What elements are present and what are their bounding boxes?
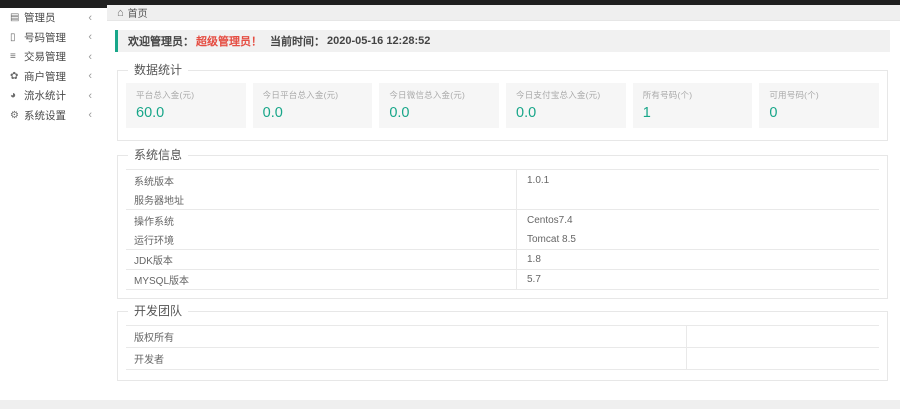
stat-label: 今日平台总入金(元) [263, 89, 373, 101]
stat-cards: 平台总入金(元) 60.0 今日平台总入金(元) 0.0 今日微信总入金(元) … [126, 83, 879, 128]
sidebar-item-merchant-management[interactable]: ✿ 商户管理 ‹ [0, 67, 107, 87]
stat-value: 1 [643, 105, 753, 121]
row-label: 系统版本 [126, 170, 516, 190]
section-title: 开发团队 [128, 304, 188, 318]
breadcrumb: ⌂ 首页 [107, 5, 900, 21]
chevron-left-icon: ‹ [88, 90, 92, 102]
list-icon: ≡ [10, 51, 24, 62]
stat-card: 平台总入金(元) 60.0 [126, 83, 246, 128]
table-row: 服务器地址 [126, 190, 879, 210]
row-label: JDK版本 [126, 250, 516, 269]
row-value: 5.7 [516, 270, 879, 289]
row-value: Centos7.4 [516, 210, 879, 230]
system-info-table: 系统版本 1.0.1 服务器地址 操作系统 Centos7.4 运行环境 Tom… [126, 169, 879, 290]
table-row: 开发者 [126, 348, 879, 370]
row-value: 1.8 [516, 250, 879, 269]
stat-card: 所有号码(个) 1 [633, 83, 753, 128]
row-label: 操作系统 [126, 210, 516, 230]
flower-icon: ✿ [10, 71, 24, 82]
sidebar-item-label: 系统设置 [24, 108, 66, 123]
card-icon: ▤ [10, 12, 24, 23]
chevron-left-icon: ‹ [88, 31, 92, 43]
stat-label: 平台总入金(元) [136, 89, 246, 101]
breadcrumb-home-link[interactable]: 首页 [128, 5, 148, 20]
main-content: ⌂ 首页 欢迎管理员： 超级管理员！ 当前时间： 2020-05-16 12:2… [107, 0, 900, 409]
home-icon: ⌂ [117, 7, 124, 19]
table-row: JDK版本 1.8 [126, 250, 879, 270]
row-value: 1.0.1 [516, 170, 879, 190]
chevron-left-icon: ‹ [88, 12, 92, 24]
sidebar-item-admins[interactable]: ▤ 管理员 ‹ [0, 8, 107, 28]
phone-icon: ▯ [10, 32, 24, 43]
table-row: 运行环境 Tomcat 8.5 [126, 230, 879, 250]
section-title: 系统信息 [128, 148, 188, 162]
chevron-left-icon: ‹ [88, 109, 92, 121]
system-info-section: 系统信息 系统版本 1.0.1 服务器地址 操作系统 Centos7.4 运行环… [117, 155, 888, 299]
stat-card: 今日支付宝总入金(元) 0.0 [506, 83, 626, 128]
stat-label: 今日支付宝总入金(元) [516, 89, 626, 101]
sidebar-item-label: 号码管理 [24, 30, 66, 45]
stat-value: 60.0 [136, 105, 246, 121]
sidebar-item-flow-statistics[interactable]: ◕ 流水统计 ‹ [0, 86, 107, 106]
sidebar-item-label: 商户管理 [24, 69, 66, 84]
stat-label: 今日微信总入金(元) [389, 89, 499, 101]
pie-chart-icon: ◕ [10, 90, 24, 101]
chevron-left-icon: ‹ [88, 51, 92, 63]
current-time-label: 当前时间： [270, 33, 325, 49]
row-label: 开发者 [126, 348, 686, 369]
footer-strip [0, 400, 900, 409]
dev-team-section: 开发团队 版权所有 开发者 [117, 311, 888, 381]
table-row: 版权所有 [126, 326, 879, 348]
sidebar-top-bar [0, 0, 107, 8]
current-time-value: 2020-05-16 12:28:52 [327, 35, 430, 47]
welcome-prefix: 欢迎管理员： [128, 33, 194, 49]
welcome-banner: 欢迎管理员： 超级管理员！ 当前时间： 2020-05-16 12:28:52 [115, 30, 890, 52]
row-value [516, 190, 879, 209]
table-row: 系统版本 1.0.1 [126, 170, 879, 190]
admin-name: 超级管理员！ [196, 33, 262, 49]
row-label: MYSQL版本 [126, 270, 516, 289]
stat-card: 可用号码(个) 0 [759, 83, 879, 128]
stat-value: 0.0 [389, 105, 499, 121]
data-statistics-section: 数据统计 平台总入金(元) 60.0 今日平台总入金(元) 0.0 今日微信总入… [117, 70, 888, 141]
admin-dashboard: ▤ 管理员 ‹ ▯ 号码管理 ‹ ≡ 交易管理 ‹ ✿ 商户管理 ‹ ◕ 流水统… [0, 0, 900, 409]
dev-team-table: 版权所有 开发者 [126, 325, 879, 370]
row-value: Tomcat 8.5 [516, 230, 879, 249]
row-label: 版权所有 [126, 326, 686, 347]
table-row: 操作系统 Centos7.4 [126, 210, 879, 230]
stat-value: 0 [769, 105, 879, 121]
chevron-left-icon: ‹ [88, 70, 92, 82]
stat-value: 0.0 [263, 105, 373, 121]
sidebar: ▤ 管理员 ‹ ▯ 号码管理 ‹ ≡ 交易管理 ‹ ✿ 商户管理 ‹ ◕ 流水统… [0, 0, 107, 409]
row-label: 运行环境 [126, 230, 516, 249]
stat-card: 今日微信总入金(元) 0.0 [379, 83, 499, 128]
stat-label: 所有号码(个) [643, 89, 753, 101]
sidebar-item-label: 流水统计 [24, 88, 66, 103]
gear-icon: ⚙ [10, 110, 24, 121]
row-label: 服务器地址 [126, 190, 516, 209]
sidebar-item-number-management[interactable]: ▯ 号码管理 ‹ [0, 28, 107, 48]
row-value [686, 348, 879, 369]
row-value [686, 326, 879, 347]
stat-label: 可用号码(个) [769, 89, 879, 101]
sidebar-item-transaction-management[interactable]: ≡ 交易管理 ‹ [0, 47, 107, 67]
stat-card: 今日平台总入金(元) 0.0 [253, 83, 373, 128]
sidebar-item-system-settings[interactable]: ⚙ 系统设置 ‹ [0, 106, 107, 126]
table-row: MYSQL版本 5.7 [126, 270, 879, 290]
sidebar-item-label: 管理员 [24, 10, 56, 25]
section-title: 数据统计 [128, 63, 188, 77]
sidebar-item-label: 交易管理 [24, 49, 66, 64]
stat-value: 0.0 [516, 105, 626, 121]
